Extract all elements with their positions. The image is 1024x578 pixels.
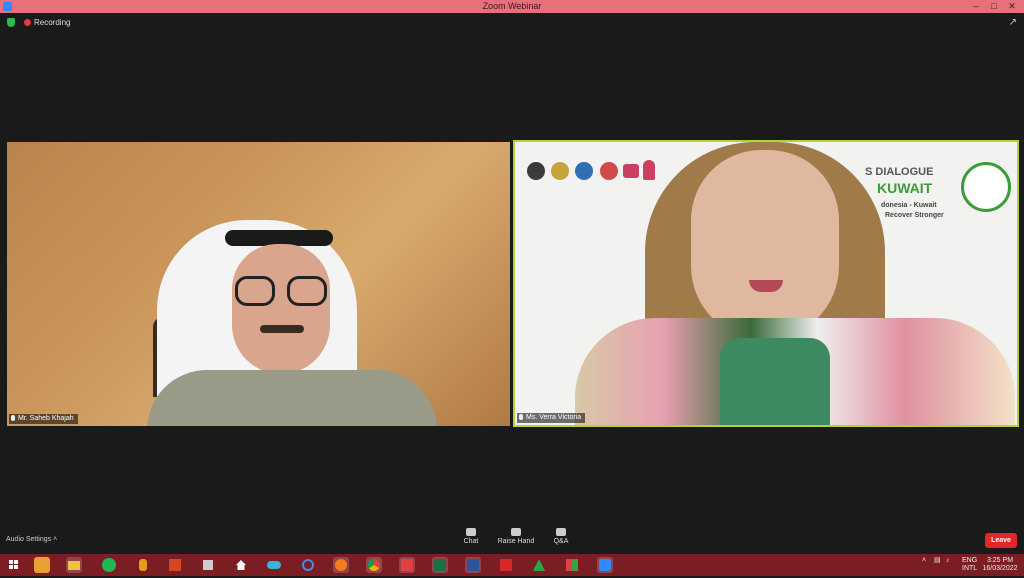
snipping-tool-icon[interactable] [200,557,216,573]
firefox-icon[interactable] [333,557,349,573]
app-green-icon[interactable] [531,557,547,573]
fullscreen-icon[interactable]: ↗ [1009,17,1017,28]
word-icon[interactable] [465,557,481,573]
leave-button[interactable]: Leave [985,533,1017,548]
raise-hand-button[interactable]: Raise Hand [491,528,541,545]
video-tile-saheb[interactable]: Mr. Saheb Khajah [7,142,510,426]
mustache-shape [260,325,304,333]
media-player-icon[interactable] [34,557,50,573]
zoom-taskbar-icon[interactable] [597,557,613,573]
recording-label: Recording [34,18,71,27]
g20-logo-icon [643,160,655,180]
glasses-shape [235,276,275,306]
face-shape [232,244,330,374]
raise-hand-label: Raise Hand [497,538,535,545]
microphone-icon [11,415,15,421]
spotify-icon[interactable] [101,557,117,573]
qa-label: Q&A [553,538,569,545]
banner-line-2: KUWAIT [877,180,933,196]
banner-line-1: S DIALOGUE [865,166,934,178]
business-council-logo-icon [961,162,1011,212]
hand-icon [511,528,521,536]
chat-label: Chat [463,538,479,545]
banner-line-3: donesia - Kuwait [881,202,937,209]
chat-icon [466,528,476,536]
video-tile-verra[interactable]: S DIALOGUE KUWAIT donesia - Kuwait Recov… [513,140,1019,427]
b20-logo-icon [623,164,639,178]
qa-button[interactable]: Q&A [536,528,586,545]
chevron-up-icon: ˄ [53,536,58,543]
internet-explorer-icon[interactable] [300,557,316,573]
excel-icon[interactable] [432,557,448,573]
title-bar: Zoom Webinar – □ ✕ [0,0,1024,13]
participant-name-label: Mr. Saheb Khajah [9,414,78,424]
powerpoint-icon[interactable] [167,557,183,573]
face-shape [691,150,839,340]
audio-settings-button[interactable]: Audio Settings ˄ [6,536,57,543]
network-icon[interactable]: ▤ [934,557,941,565]
maximize-button[interactable]: □ [986,0,1002,13]
participant-name: Mr. Saheb Khajah [18,415,74,422]
close-button[interactable]: ✕ [1004,0,1020,13]
top-shape [720,338,830,425]
participant-name-label: Ms. Verra Victoria [517,413,586,423]
tray-chevron-icon[interactable]: ˄ [922,557,926,565]
clock[interactable]: 3:25 PM 16/03/2022 [982,557,1018,573]
database-icon[interactable] [135,557,151,573]
security-shield-icon[interactable] [7,18,15,27]
language-line-2: INTL [962,565,978,572]
audio-settings-label: Audio Settings [6,536,52,543]
logo-2-icon [551,162,569,180]
clock-time: 3:25 PM [986,557,1014,564]
acrobat-icon[interactable] [498,557,514,573]
cloud-icon[interactable] [266,557,282,573]
minimize-button[interactable]: – [968,0,984,13]
file-explorer-icon[interactable] [66,557,82,573]
glasses-right-lens [287,276,327,306]
windows-start-icon[interactable] [6,557,22,573]
chrome-icon[interactable] [366,557,382,573]
logo-1-icon [527,162,545,180]
robe-shape [147,370,437,426]
banner-line-4: Recover Stronger [885,212,944,219]
logo-3-icon [575,162,593,180]
recording-icon [24,19,31,26]
clock-date: 16/03/2022 [982,565,1018,572]
language-line-1: ENG [962,557,978,564]
window-title: Zoom Webinar [482,1,542,11]
app-multicolor-icon[interactable] [564,557,580,573]
app-red-icon[interactable] [399,557,415,573]
microphone-icon [519,414,523,420]
language-indicator[interactable]: ENG INTL [962,557,977,573]
volume-icon[interactable]: ♪ [946,557,950,565]
qa-icon [556,528,566,536]
participant-name: Ms. Verra Victoria [526,414,582,421]
logo-4-icon [600,162,618,180]
chat-button[interactable]: Chat [446,528,496,545]
home-icon[interactable] [233,557,249,573]
